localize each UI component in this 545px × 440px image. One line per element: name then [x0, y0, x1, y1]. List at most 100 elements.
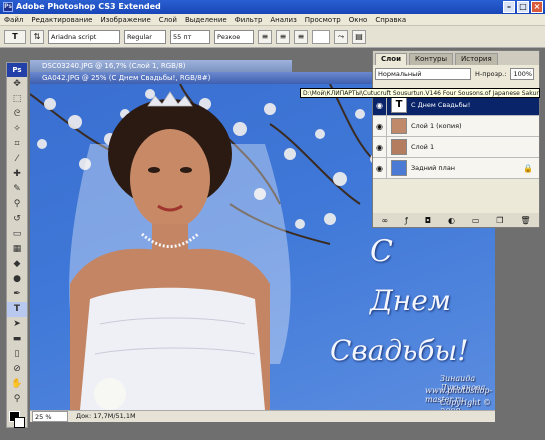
magic-wand-icon[interactable]: ✧ [7, 122, 27, 137]
color-swatches[interactable] [7, 407, 27, 435]
tools-panel: Ps ✥ ⬚ ᘓ ✧ ⌗ ⁄ ✚ ✎ ⚲ ↺ ▭ ▦ ◆ ● ✒ T ➤ ▬ ▯… [6, 62, 28, 428]
adjustment-icon[interactable]: ◐ [448, 216, 455, 225]
font-size-select[interactable]: 55 пт [170, 29, 210, 44]
document-tab-background[interactable]: DSC03240.JPG @ 16,7% (Слой 1, RGB/8) [30, 60, 292, 72]
healing-brush-icon[interactable]: ✚ [7, 167, 27, 182]
align-right-icon[interactable]: ≡ [294, 29, 308, 44]
menu-item-image[interactable]: Изображение [100, 16, 150, 24]
menu-item-help[interactable]: Справка [375, 16, 406, 24]
menu-item-edit[interactable]: Редактирование [31, 16, 92, 24]
font-family-select[interactable]: Ariadna script [48, 29, 120, 44]
layers-footer: ∞ ƒ ◘ ◐ ▭ ❐ 🗑 [373, 213, 539, 227]
new-layer-icon[interactable]: ❐ [496, 216, 503, 225]
link-icon[interactable]: ∞ [381, 216, 388, 225]
character-panel-icon[interactable]: ▤ [352, 29, 366, 44]
blend-mode-select[interactable]: Нормальный [375, 68, 471, 80]
marquee-tool-icon[interactable]: ⬚ [7, 92, 27, 107]
layer-row-1[interactable]: ◉ Слой 1 [373, 136, 539, 158]
ps-logo: Ps [7, 63, 27, 77]
text-orientation-icon[interactable]: ⇅ [30, 29, 44, 44]
tab-history[interactable]: История [455, 53, 498, 65]
document-size[interactable]: Док: 17,7M/51,1M [76, 411, 136, 422]
layer-thumbnail [391, 160, 407, 176]
zoom-field[interactable]: 25 % [32, 411, 68, 422]
opacity-field[interactable]: 100% [510, 68, 535, 80]
maximize-icon[interactable]: □ [517, 1, 529, 13]
close-icon[interactable]: × [531, 1, 543, 13]
layer-name: Задний план [411, 164, 456, 172]
dodge-tool-icon[interactable]: ● [7, 272, 27, 287]
opacity-label: Н-прозр.: [475, 70, 507, 78]
lasso-tool-icon[interactable]: ᘓ [7, 107, 27, 122]
move-tool-icon[interactable]: ✥ [7, 77, 27, 92]
gradient-icon[interactable]: ▦ [7, 242, 27, 257]
eyedropper-icon[interactable]: ⁄ [7, 152, 27, 167]
layer-row-copy[interactable]: ◉ Слой 1 (копия) [373, 115, 539, 137]
window-controls: – □ × [503, 1, 543, 13]
layer-name: Слой 1 [411, 143, 435, 151]
file-path-tooltip: D:\Мой\КЛИПАРТЫ\Cutucruft Sousurtun.V146… [300, 88, 540, 98]
fx-icon[interactable]: ƒ [405, 216, 408, 225]
layer-thumbnail [391, 118, 407, 134]
shape-tool-icon[interactable]: ▬ [7, 332, 27, 347]
greeting-line-3: Свадьбы! [330, 334, 469, 367]
status-bar: 25 % Док: 17,7M/51,1M [30, 410, 495, 422]
zoom-tool-icon[interactable]: ⚲ [7, 392, 27, 407]
menu-item-view[interactable]: Просмотр [305, 16, 341, 24]
tool-preset-picker[interactable]: T [4, 29, 26, 44]
layers-panel: Слои Контуры История Нормальный Н-прозр.… [372, 50, 540, 228]
path-select-icon[interactable]: ➤ [7, 317, 27, 332]
tab-layers[interactable]: Слои [375, 53, 407, 65]
window-title: Adobe Photoshop CS3 Extended [16, 2, 161, 11]
options-bar: T ⇅ Ariadna script Regular 55 пт Резкое … [0, 26, 545, 48]
notes-tool-icon[interactable]: ▯ [7, 347, 27, 362]
greeting-line-2: Днем [370, 284, 451, 317]
menu-item-select[interactable]: Выделение [185, 16, 227, 24]
menu-item-layer[interactable]: Слой [159, 16, 177, 24]
type-tool-icon[interactable]: T [7, 302, 27, 317]
menu-item-analysis[interactable]: Анализ [270, 16, 296, 24]
text-layer-thumb-icon: T [391, 97, 407, 113]
eraser-icon[interactable]: ▭ [7, 227, 27, 242]
history-brush-icon[interactable]: ↺ [7, 212, 27, 227]
blend-controls: Нормальный Н-прозр.: 100% [373, 67, 539, 81]
face-shape [130, 129, 210, 229]
menu-item-window[interactable]: Окно [349, 16, 368, 24]
minimize-icon[interactable]: – [503, 1, 515, 13]
visibility-eye-icon[interactable]: ◉ [373, 157, 387, 179]
panel-tabs: Слои Контуры История [373, 51, 539, 65]
blur-tool-icon[interactable]: ◆ [7, 257, 27, 272]
crop-tool-icon[interactable]: ⌗ [7, 137, 27, 152]
layer-name: С Днем Свадьбы! [411, 101, 471, 109]
menu-item-filter[interactable]: Фильтр [235, 16, 263, 24]
hand-tool-icon[interactable]: ✋ [7, 377, 27, 392]
eyedropper-2-icon[interactable]: ⊘ [7, 362, 27, 377]
layer-row-background[interactable]: ◉ Задний план 🔒 [373, 157, 539, 179]
lock-icon: 🔒 [523, 163, 533, 173]
menu-item-file[interactable]: Файл [4, 16, 23, 24]
brush-tool-icon[interactable]: ✎ [7, 182, 27, 197]
align-center-icon[interactable]: ≡ [276, 29, 290, 44]
layer-thumbnail [391, 139, 407, 155]
background-color-swatch[interactable] [14, 417, 25, 428]
window-titlebar: Ps Adobe Photoshop CS3 Extended – □ × [0, 0, 545, 14]
visibility-eye-icon[interactable]: ◉ [373, 136, 387, 158]
menu-bar: Файл Редактирование Изображение Слой Выд… [0, 14, 545, 26]
mask-icon[interactable]: ◘ [425, 216, 431, 225]
trash-icon[interactable]: 🗑 [520, 216, 530, 225]
layer-row-text[interactable]: ◉ T С Днем Свадьбы! [373, 94, 539, 116]
clone-stamp-icon[interactable]: ⚲ [7, 197, 27, 212]
greeting-line-1: С [370, 234, 393, 269]
font-style-select[interactable]: Regular [124, 29, 166, 44]
bouquet-icon [94, 378, 126, 410]
warp-text-icon[interactable]: ⤳ [334, 29, 348, 44]
pen-tool-icon[interactable]: ✒ [7, 287, 27, 302]
align-left-icon[interactable]: ≡ [258, 29, 272, 44]
visibility-eye-icon[interactable]: ◉ [373, 115, 387, 137]
layer-name: Слой 1 (копия) [411, 122, 462, 130]
text-color-swatch[interactable] [312, 29, 330, 44]
app-icon: Ps [3, 2, 13, 12]
folder-icon[interactable]: ▭ [472, 216, 480, 225]
tab-paths[interactable]: Контуры [408, 53, 454, 65]
anti-alias-select[interactable]: Резкое [214, 29, 254, 44]
